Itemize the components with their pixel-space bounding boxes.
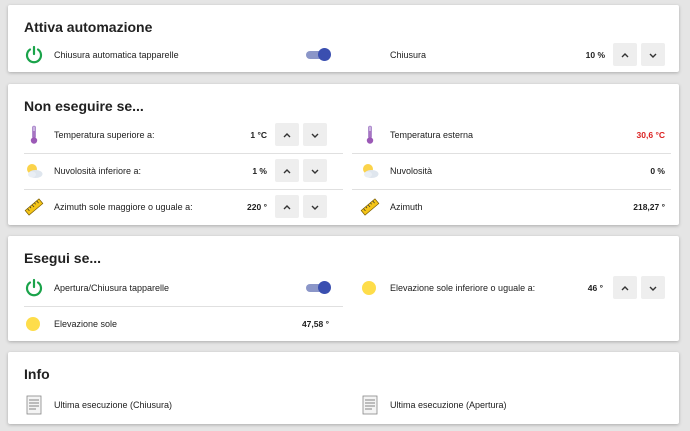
chevron-up-icon: [621, 52, 629, 57]
close-decrease-button[interactable]: [641, 43, 665, 66]
temp-above-decrease-button[interactable]: [303, 123, 327, 146]
open-close-toggle[interactable]: [306, 281, 331, 294]
last-open-label: Ultima esecuzione (Apertura): [390, 400, 507, 410]
azimuth-ruler-icon: [24, 197, 44, 217]
document-icon: [360, 395, 380, 415]
last-open-row[interactable]: Ultima esecuzione (Apertura): [344, 388, 679, 422]
partly-cloudy-icon: [24, 161, 44, 181]
temp-above-value: 1 °C: [250, 130, 267, 140]
automation-card: Attiva automazione Chiusura automatica t…: [8, 5, 679, 72]
chevron-down-icon: [311, 133, 319, 138]
run-if-card: Esegui se... Apertura/Chiusura tapparell…: [8, 236, 679, 341]
chevron-down-icon: [311, 205, 319, 210]
elev-below-row: Elevazione sole inferiore o uguale a: 46…: [344, 271, 679, 305]
chevron-up-icon: [283, 132, 291, 137]
info-card: Info Ultima esecuzione (Chiusura) Ultima…: [8, 352, 679, 424]
document-icon: [24, 395, 44, 415]
azimuth-ge-value: 220 °: [247, 202, 267, 212]
card-title: Esegui se...: [24, 250, 102, 266]
open-close-label: Apertura/Chiusura tapparelle: [54, 283, 170, 293]
azimuth-ge-row: Azimuth sole maggiore o uguale a: 220 °: [8, 190, 343, 224]
azimuth-ge-increase-button[interactable]: [275, 195, 299, 218]
close-value: 10 %: [585, 50, 605, 60]
card-title: Info: [24, 366, 50, 382]
chevron-down-icon: [311, 169, 319, 174]
power-icon: [24, 45, 44, 65]
chevron-up-icon: [283, 204, 291, 209]
temp-above-increase-button[interactable]: [275, 123, 299, 146]
cloud-below-value: 1 %: [252, 166, 267, 176]
close-label: Chiusura: [390, 50, 427, 60]
thermometer-icon: [360, 125, 380, 145]
cloud-value: 0 %: [650, 166, 665, 176]
elev-below-increase-button[interactable]: [613, 276, 637, 299]
cloud-below-label: Nuvolosità inferiore a:: [54, 166, 142, 176]
temp-ext-row: Temperatura esterna 30,6 °C: [344, 118, 679, 152]
chevron-up-icon: [621, 285, 629, 290]
elev-below-decrease-button[interactable]: [641, 276, 665, 299]
azimuth-value: 218,27 °: [633, 202, 665, 212]
azimuth-label: Azimuth: [390, 202, 423, 212]
temp-above-label: Temperatura superiore a:: [54, 130, 155, 140]
auto-close-row: Chiusura automatica tapparelle: [8, 38, 343, 72]
elev-label: Elevazione sole: [54, 319, 118, 329]
open-close-row: Apertura/Chiusura tapparelle: [8, 271, 343, 305]
cloud-below-row: Nuvolosità inferiore a: 1 %: [8, 154, 343, 188]
chevron-down-icon: [649, 53, 657, 58]
azimuth-row: Azimuth 218,27 °: [344, 190, 679, 224]
temp-ext-value: 30,6 °C: [636, 130, 665, 140]
last-close-row[interactable]: Ultima esecuzione (Chiusura): [8, 388, 343, 422]
azimuth-ge-label: Azimuth sole maggiore o uguale a:: [54, 202, 193, 212]
elev-below-value: 46 °: [587, 283, 603, 293]
elev-below-label: Elevazione sole inferiore o uguale a:: [390, 283, 536, 293]
thermometer-icon: [24, 125, 44, 145]
chevron-up-icon: [283, 168, 291, 173]
do-not-run-card: Non eseguire se... Temperatura superiore…: [8, 84, 679, 225]
cloud-label: Nuvolosità: [390, 166, 433, 176]
cloud-below-increase-button[interactable]: [275, 159, 299, 182]
partly-cloudy-icon: [360, 161, 380, 181]
last-close-label: Ultima esecuzione (Chiusura): [54, 400, 173, 410]
card-title: Attiva automazione: [24, 19, 153, 35]
close-row: Chiusura 10 %: [344, 38, 679, 72]
elev-value: 47,58 °: [301, 319, 329, 329]
cloud-row: Nuvolosità 0 %: [344, 154, 679, 188]
card-title: Non eseguire se...: [24, 98, 144, 114]
elev-row: Elevazione sole 47,58 °: [8, 307, 343, 341]
chevron-down-icon: [649, 286, 657, 291]
azimuth-ruler-icon: [360, 197, 380, 217]
azimuth-ge-decrease-button[interactable]: [303, 195, 327, 218]
sun-icon: [26, 317, 40, 331]
close-increase-button[interactable]: [613, 43, 637, 66]
auto-close-label: Chiusura automatica tapparelle: [54, 50, 179, 60]
sun-icon: [362, 281, 376, 295]
cloud-below-decrease-button[interactable]: [303, 159, 327, 182]
power-icon: [24, 278, 44, 298]
temp-ext-label: Temperatura esterna: [390, 130, 474, 140]
temp-above-row: Temperatura superiore a: 1 °C: [8, 118, 343, 152]
auto-close-toggle[interactable]: [306, 48, 331, 61]
